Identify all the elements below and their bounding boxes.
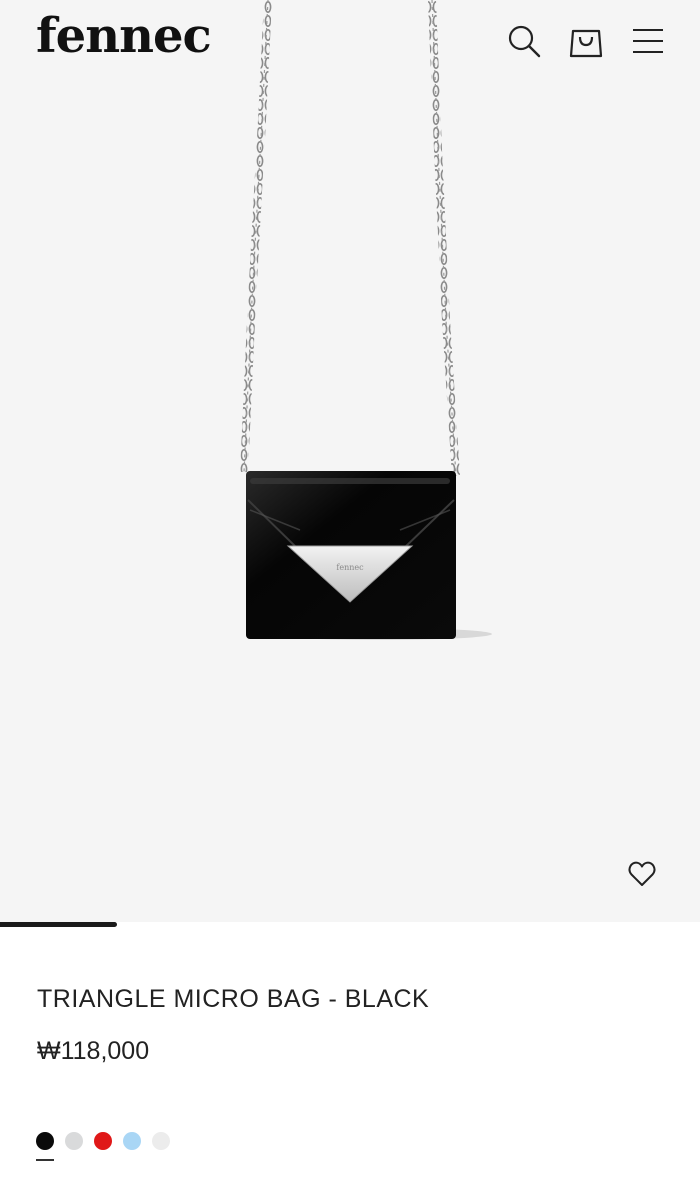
color-swatch[interactable] — [36, 1132, 54, 1161]
color-swatch[interactable] — [94, 1132, 112, 1150]
color-swatch[interactable] — [152, 1132, 170, 1150]
chain-strap-right — [428, 0, 460, 477]
header-actions — [506, 22, 666, 60]
product-price: ₩118,000 — [37, 1037, 150, 1065]
product-title: TRIANGLE MICRO BAG - BLACK — [37, 985, 430, 1013]
product-image-gallery[interactable]: fennec — [0, 0, 700, 922]
svg-text:fennec: fennec — [336, 563, 364, 572]
menu-icon — [633, 29, 663, 53]
search-button[interactable] — [506, 22, 542, 60]
color-swatches — [36, 1132, 170, 1161]
search-icon — [508, 25, 541, 58]
product-page: fennec fennec TRIANGLE MICRO BAG - BLACK… — [0, 0, 700, 1200]
cart-button[interactable] — [568, 22, 604, 60]
brand-logo[interactable]: fennec — [36, 6, 212, 66]
wishlist-button[interactable] — [624, 856, 660, 892]
heart-icon — [628, 861, 656, 886]
gallery-progress — [0, 922, 700, 927]
menu-button[interactable] — [630, 22, 666, 60]
color-swatch[interactable] — [65, 1132, 83, 1150]
product-image: fennec — [240, 0, 492, 640]
color-swatch[interactable] — [123, 1132, 141, 1150]
gallery-progress-fill — [0, 922, 117, 927]
shopping-bag-icon — [569, 29, 603, 58]
